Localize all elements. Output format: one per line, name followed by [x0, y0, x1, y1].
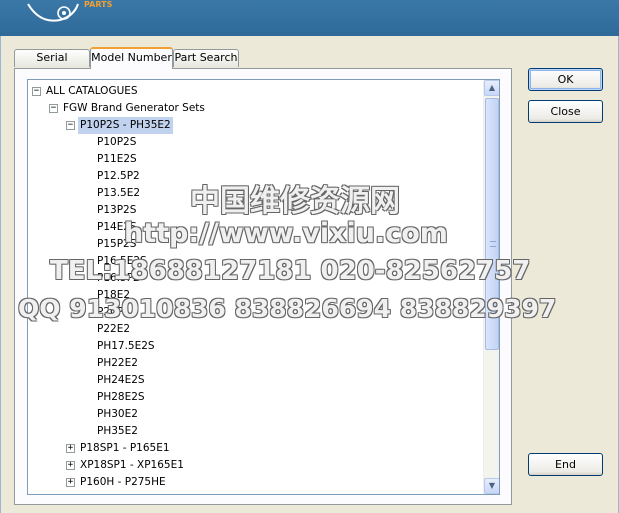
tree-row[interactable]: PH35E2	[28, 423, 483, 440]
tree-row[interactable]: + XP18SP1 - XP165E1	[28, 457, 483, 474]
tree-item-label: P13.5E2	[97, 187, 141, 199]
tree-row[interactable]: P10P2S	[28, 134, 483, 151]
scroll-thumb[interactable]	[485, 98, 499, 350]
dialog: Serial Number Model Number Part Search ▲…	[0, 36, 619, 513]
tree-row[interactable]: P16.5P2	[28, 270, 483, 287]
collapse-icon[interactable]: −	[49, 104, 58, 113]
tree-item-label: P11E2S	[97, 153, 137, 165]
tree-item-label: P14E2S	[97, 221, 137, 233]
tree-item-label: P16.5P2	[97, 272, 140, 284]
scroll-up-button[interactable]: ▲	[484, 80, 499, 96]
tree-row[interactable]: P22E2	[28, 321, 483, 338]
tree-row[interactable]: P12.5P2	[28, 168, 483, 185]
tree-item-label: P10P2S	[97, 136, 137, 148]
tree-row[interactable]: PH30E2	[28, 406, 483, 423]
tree-item-label: P13P2S	[97, 204, 137, 216]
tree-row[interactable]: + P160H - P275HE	[28, 474, 483, 491]
tree-item-label: PH17.5E2S	[97, 340, 155, 352]
tree-row[interactable]: P14E2S	[28, 219, 483, 236]
tree-item-label: FGW Brand Generator Sets	[63, 102, 205, 114]
expand-icon[interactable]: +	[66, 461, 75, 470]
collapse-icon[interactable]: −	[32, 87, 41, 96]
model-number-panel: ▲ ▼ − ALL CATALOGUES − FGW Brand Generator …	[14, 68, 512, 505]
tree-item-label: ALL CATALOGUES	[46, 85, 138, 97]
tree-item-label: PH30E2	[97, 408, 138, 420]
tree-item-label: P22E2	[97, 323, 131, 335]
tree-row[interactable]: + P18SP1 - P165E1	[28, 440, 483, 457]
tree-item-label: PH22E2	[97, 357, 138, 369]
collapse-icon[interactable]: −	[66, 121, 75, 130]
tree-item-label: PH28E2S	[97, 391, 145, 403]
tree-item-label: P18SP1 - P165E1	[80, 442, 170, 454]
tree-item-label: PH24E2S	[97, 374, 145, 386]
end-button[interactable]: End	[528, 453, 603, 476]
catalogue-tree[interactable]: ▲ ▼ − ALL CATALOGUES − FGW Brand Generator …	[27, 79, 500, 495]
scroll-grip-icon	[490, 241, 496, 247]
tree-item-label: P20P2	[97, 306, 130, 318]
tree-row[interactable]: P20P2	[28, 304, 483, 321]
tree-row[interactable]: PH17.5E2S	[28, 338, 483, 355]
tab-model-number[interactable]: Model Number	[90, 47, 173, 69]
tree-item-label: P10P2S - PH35E2	[78, 117, 173, 134]
title-bar: PARTS	[0, 0, 619, 36]
tree-item-label: P160H - P275HE	[80, 476, 166, 488]
tree-row[interactable]: P13P2S	[28, 202, 483, 219]
close-button[interactable]: Close	[528, 100, 603, 123]
tree-item-label: P15P2S	[97, 238, 137, 250]
tree-row[interactable]: P11E2S	[28, 151, 483, 168]
expand-icon[interactable]: +	[66, 444, 75, 453]
tree-item-label: P16.5E2S	[97, 255, 147, 267]
tree-row[interactable]: − ALL CATALOGUES	[28, 83, 483, 100]
scroll-down-button[interactable]: ▼	[484, 478, 499, 494]
tree-item-label: P18E2	[97, 289, 131, 301]
tree-item-label: P12.5P2	[97, 170, 140, 182]
tree-row[interactable]: P16.5E2S	[28, 253, 483, 270]
tree-row[interactable]: − P10P2S - PH35E2	[28, 117, 483, 134]
expand-icon[interactable]: +	[66, 478, 75, 487]
logo-icon	[27, 3, 79, 22]
tab-part-search[interactable]: Part Search	[173, 49, 239, 67]
tree-row[interactable]: PH22E2	[28, 355, 483, 372]
tree-row[interactable]: PH28E2S	[28, 389, 483, 406]
ok-button[interactable]: OK	[528, 68, 603, 91]
tree-scrollbar[interactable]: ▲ ▼	[483, 80, 499, 494]
tree-row[interactable]: − FGW Brand Generator Sets	[28, 100, 483, 117]
tree-row[interactable]: P15P2S	[28, 236, 483, 253]
tree-item-label: PH35E2	[97, 425, 138, 437]
tab-serial-number[interactable]: Serial Number	[14, 49, 90, 80]
tree-row[interactable]: PH24E2S	[28, 372, 483, 389]
tree-row[interactable]: P18E2	[28, 287, 483, 304]
logo-text: PARTS	[84, 0, 113, 9]
tree-item-label: XP18SP1 - XP165E1	[80, 459, 184, 471]
tree-row[interactable]: P13.5E2	[28, 185, 483, 202]
